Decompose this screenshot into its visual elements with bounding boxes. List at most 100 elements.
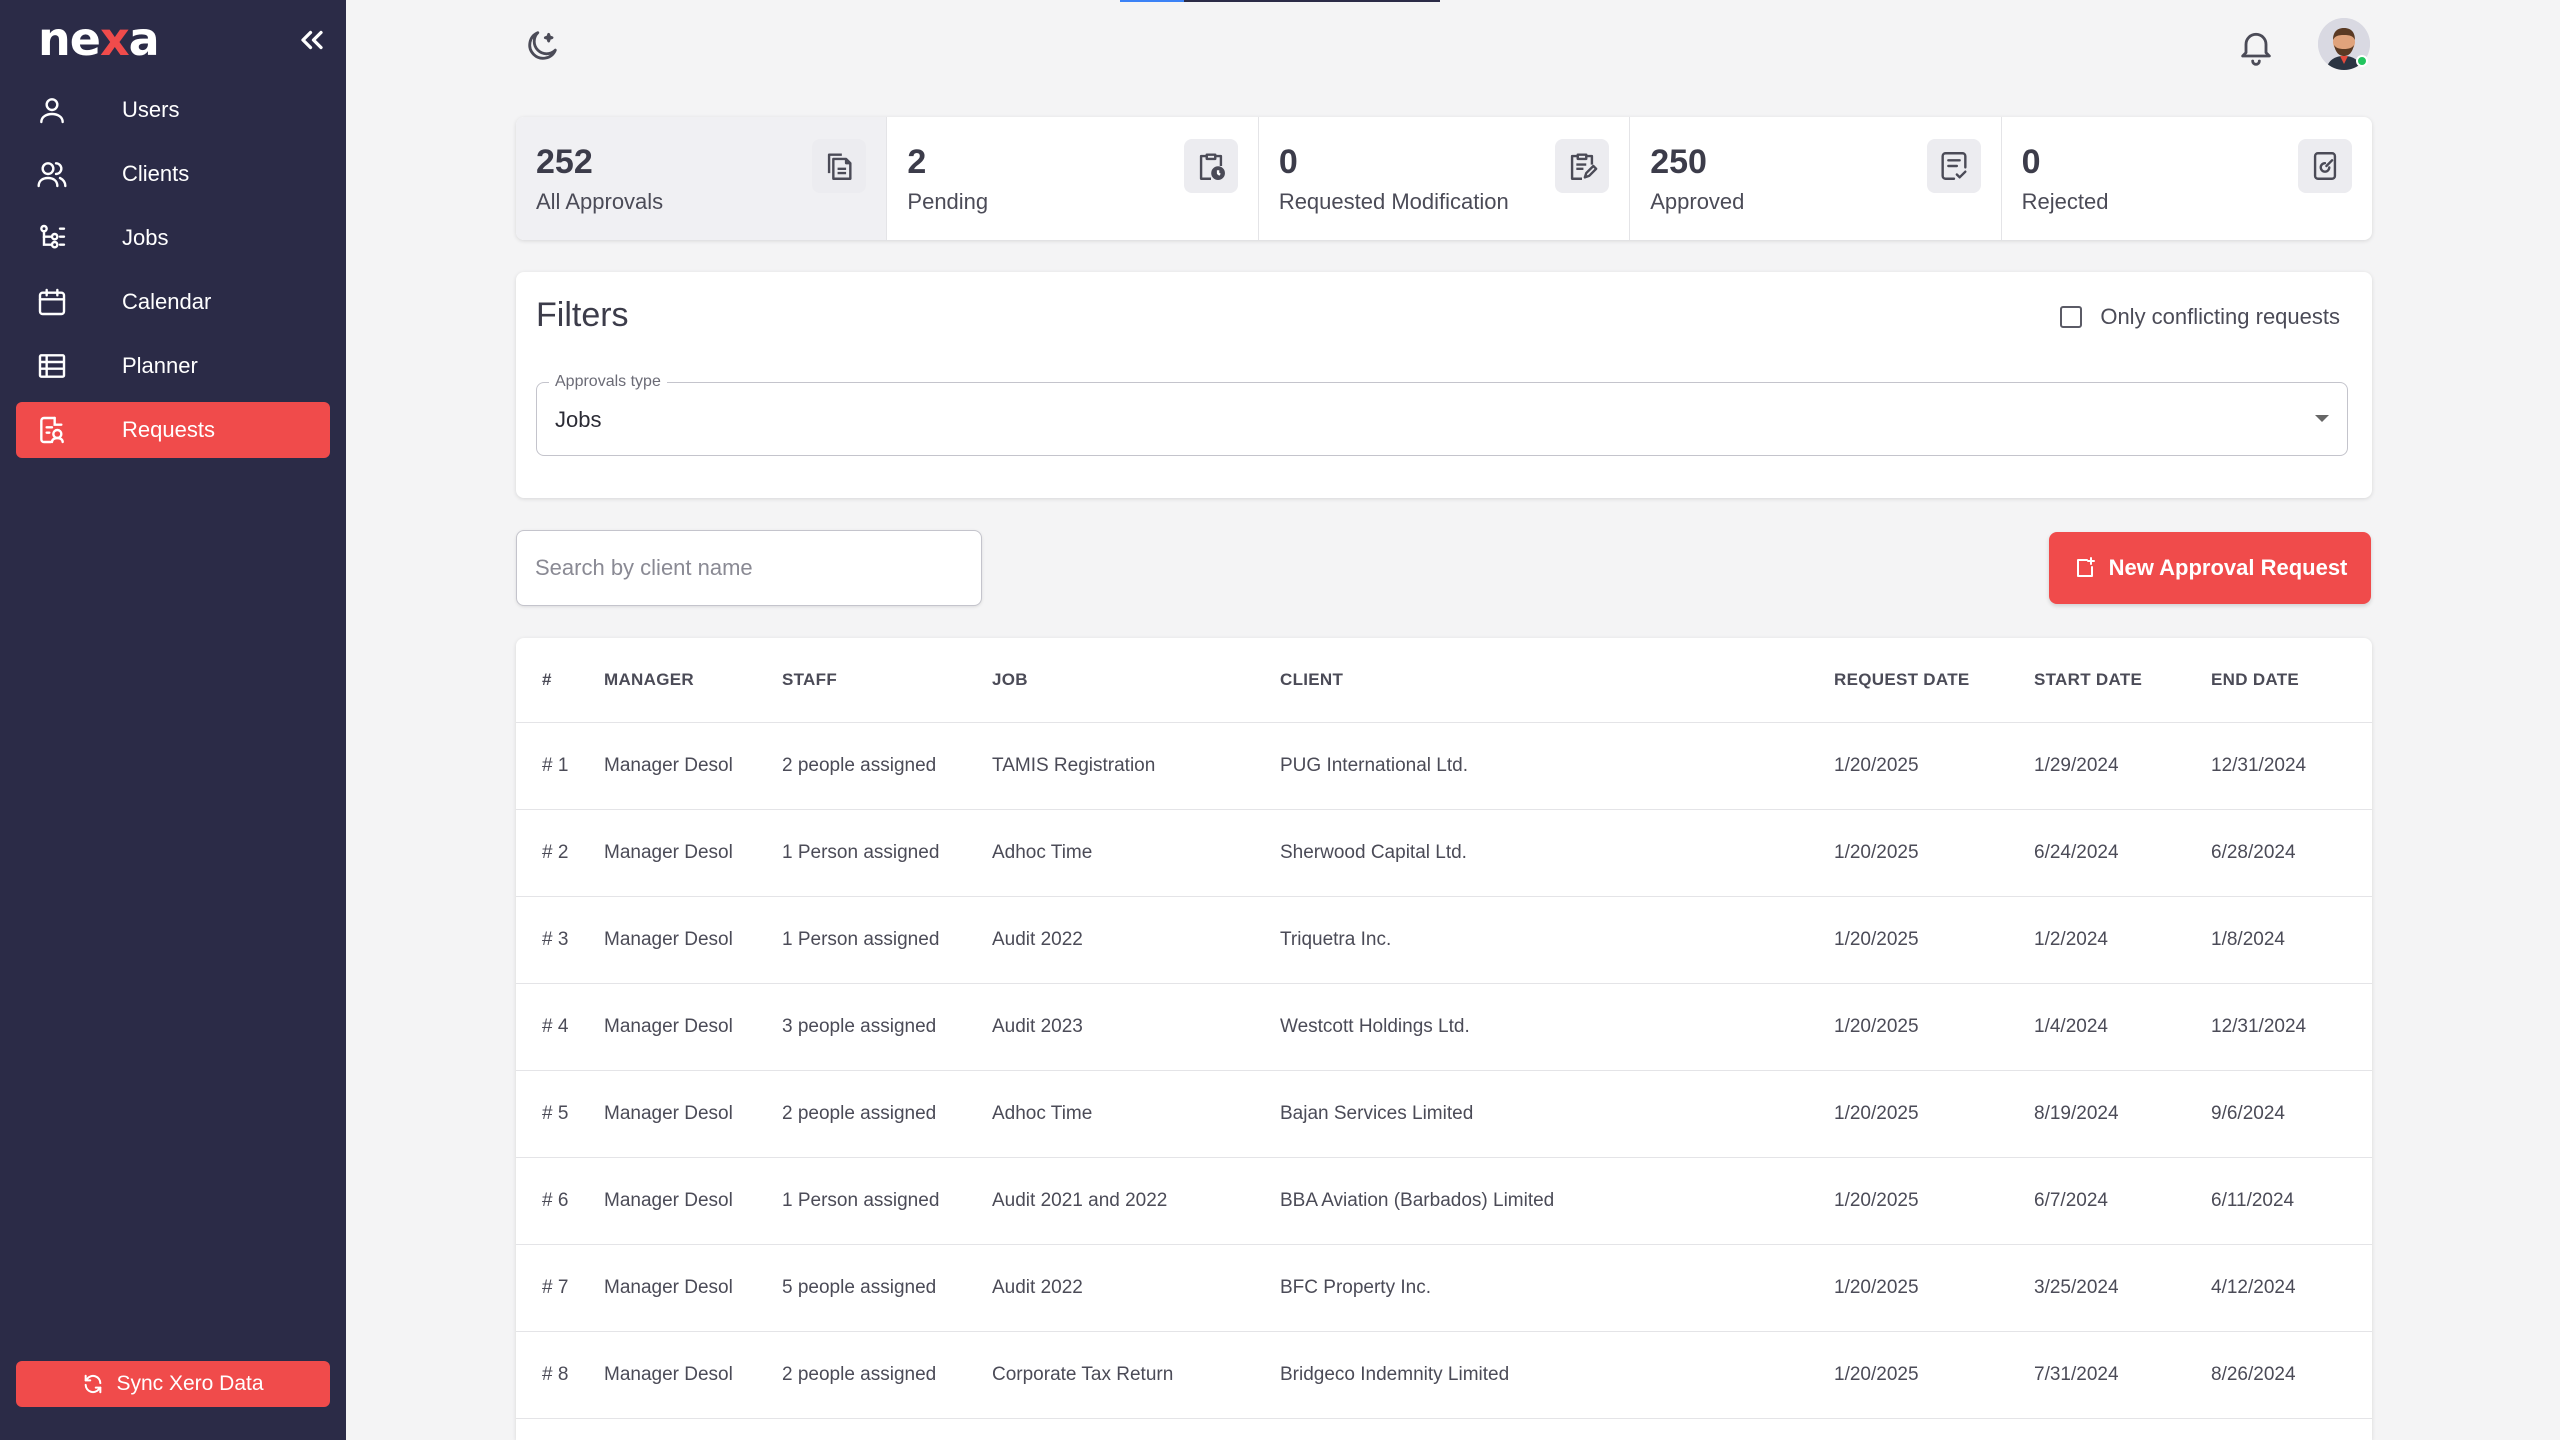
- column-header[interactable]: #: [516, 638, 604, 723]
- sidebar-item-label: Planner: [122, 353, 198, 378]
- cell-start-date: 7/31/2024: [2034, 1331, 2211, 1419]
- sidebar-item-clients[interactable]: Clients: [16, 146, 330, 202]
- column-header[interactable]: Job: [992, 638, 1280, 723]
- clipboard-clock-icon: [1183, 139, 1238, 193]
- bell-icon[interactable]: [2236, 26, 2276, 66]
- moon-icon[interactable]: [522, 26, 562, 66]
- cell-staff: 1 Person assigned: [782, 896, 992, 984]
- users-icon: [36, 158, 68, 190]
- table-row[interactable]: # 3 Manager Desol 1 Person assigned Audi…: [516, 896, 2372, 984]
- column-header[interactable]: Client: [1280, 638, 1834, 723]
- stat-all-approvals[interactable]: 252 All Approvals: [516, 117, 888, 240]
- stat-label: Approved: [1650, 189, 1745, 214]
- approvals-table: # Manager Staff Job Client Request Date …: [516, 638, 2372, 1440]
- chevron-down-icon: [2315, 415, 2329, 422]
- cell-staff: 2 people assigned: [782, 722, 992, 810]
- table-row[interactable]: # 8 Manager Desol 2 people assigned Corp…: [516, 1331, 2372, 1419]
- planner-icon: [36, 350, 68, 382]
- table-row[interactable]: # 6 Manager Desol 1 Person assigned Audi…: [516, 1157, 2372, 1245]
- new-approval-request-button[interactable]: New Approval Request: [2049, 532, 2371, 604]
- cell-job: Adhoc Time: [992, 809, 1280, 897]
- cell-end-date: 12/31/2024: [2211, 722, 2372, 810]
- column-header[interactable]: End Date: [2211, 638, 2372, 723]
- column-header[interactable]: Manager: [604, 638, 782, 723]
- cell-number: # 7: [516, 1244, 604, 1332]
- sidebar-item-label: Users: [122, 97, 180, 122]
- sidebar-item-planner[interactable]: Planner: [16, 338, 330, 394]
- stat-value: 252: [536, 143, 593, 181]
- list-check-icon: [1926, 139, 1981, 193]
- refresh-icon: [85, 1374, 102, 1394]
- online-status-indicator: [2356, 55, 2368, 67]
- table-header-row: # Manager Staff Job Client Request Date …: [516, 638, 2372, 723]
- only-conflicting-checkbox[interactable]: Only conflicting requests: [2060, 304, 2340, 330]
- cell-job: Audit 2022: [992, 896, 1280, 984]
- cell-manager: Manager Desol: [604, 1157, 782, 1245]
- cell-start-date: 1/4/2024: [2034, 983, 2211, 1071]
- approvals-type-select[interactable]: Approvals type Jobs: [536, 373, 2348, 456]
- sidebar-item-calendar[interactable]: Calendar: [16, 274, 330, 330]
- cell-request-date: 1/20/2025: [1834, 722, 2034, 810]
- column-header[interactable]: Staff: [782, 638, 992, 723]
- sidebar-item-jobs[interactable]: Jobs: [16, 210, 330, 266]
- column-header[interactable]: Request Date: [1834, 638, 2034, 723]
- cell-client: Triquetra Inc.: [1280, 896, 1834, 984]
- add-document-icon: [2076, 557, 2095, 577]
- cell-job: Audit 2023: [992, 983, 1280, 1071]
- new-approval-request-label: New Approval Request: [2108, 555, 2348, 580]
- cell-staff: 1 Person assigned: [782, 1157, 992, 1245]
- cell-staff: 2 people assigned: [782, 1070, 992, 1158]
- jobs-icon: [36, 222, 68, 254]
- cell-job: Audit 2022: [992, 1244, 1280, 1332]
- cell-client: Sherwood Capital Ltd.: [1280, 809, 1834, 897]
- document-edit-icon: [2298, 139, 2353, 193]
- cell-staff: 1 Person assigned: [782, 809, 992, 897]
- cell-request-date: 1/20/2025: [1834, 809, 2034, 897]
- cell-staff: 3 people assigned: [782, 983, 992, 1071]
- search-input[interactable]: [517, 531, 981, 605]
- sidebar-item-users[interactable]: Users: [16, 82, 330, 138]
- stat-value: 250: [1650, 143, 1707, 181]
- cell-end-date: 12/31/2024: [2211, 983, 2372, 1071]
- filters-title: Filters: [536, 296, 629, 334]
- cell-start-date: 1/29/2024: [2034, 722, 2211, 810]
- table-row[interactable]: # 4 Manager Desol 3 people assigned Audi…: [516, 983, 2372, 1071]
- sync-xero-button[interactable]: Sync Xero Data: [16, 1361, 330, 1407]
- table-row[interactable]: # 2 Manager Desol 1 Person assigned Adho…: [516, 809, 2372, 897]
- checkbox-icon[interactable]: [2060, 306, 2083, 328]
- sidebar-item-label: Calendar: [122, 289, 212, 314]
- sidebar-item-label: Jobs: [122, 225, 169, 250]
- cell-start-date: 3/25/2024: [2034, 1244, 2211, 1332]
- collapse-sidebar-icon[interactable]: [294, 22, 330, 58]
- cell-end-date: 6/28/2024: [2211, 809, 2372, 897]
- stat-approved[interactable]: 250 Approved: [1630, 117, 2002, 240]
- cell-client: Bajan Services Limited: [1280, 1070, 1834, 1158]
- documents-icon: [812, 139, 867, 193]
- cell-staff: 2 people assigned: [782, 1331, 992, 1419]
- approvals-type-value: Jobs: [555, 407, 602, 432]
- sidebar-item-label: Requests: [122, 417, 215, 442]
- cell-client: PUG International Ltd.: [1280, 722, 1834, 810]
- cell-number: # 3: [516, 896, 604, 984]
- requests-icon: [36, 414, 68, 446]
- cell-request-date: 1/20/2025: [1834, 983, 2034, 1071]
- stat-rejected[interactable]: 0 Rejected: [2002, 117, 2372, 240]
- stat-pending[interactable]: 2 Pending: [887, 117, 1259, 240]
- stat-requested-modification[interactable]: 0 Requested Modification: [1259, 117, 1631, 240]
- table-row[interactable]: # 5 Manager Desol 2 people assigned Adho…: [516, 1070, 2372, 1158]
- logo: nexa: [38, 12, 160, 66]
- table-row[interactable]: # 1 Manager Desol 2 people assigned TAMI…: [516, 722, 2372, 810]
- sidebar-item-requests[interactable]: Requests: [16, 402, 330, 458]
- cell-end-date: 6/11/2024: [2211, 1157, 2372, 1245]
- cell-manager: Manager Desol: [604, 983, 782, 1071]
- cell-client: Westcott Holdings Ltd.: [1280, 983, 1834, 1071]
- cell-number: # 5: [516, 1070, 604, 1158]
- sync-label: Sync Xero Data: [116, 1372, 264, 1395]
- cell-request-date: 1/20/2025: [1834, 896, 2034, 984]
- calendar-icon: [36, 286, 68, 318]
- only-conflicting-label: Only conflicting requests: [2100, 304, 2340, 329]
- table-row[interactable]: # 7 Manager Desol 5 people assigned Audi…: [516, 1244, 2372, 1332]
- cell-request-date: 1/20/2025: [1834, 1070, 2034, 1158]
- column-header[interactable]: Start Date: [2034, 638, 2211, 723]
- client-search: [516, 530, 982, 606]
